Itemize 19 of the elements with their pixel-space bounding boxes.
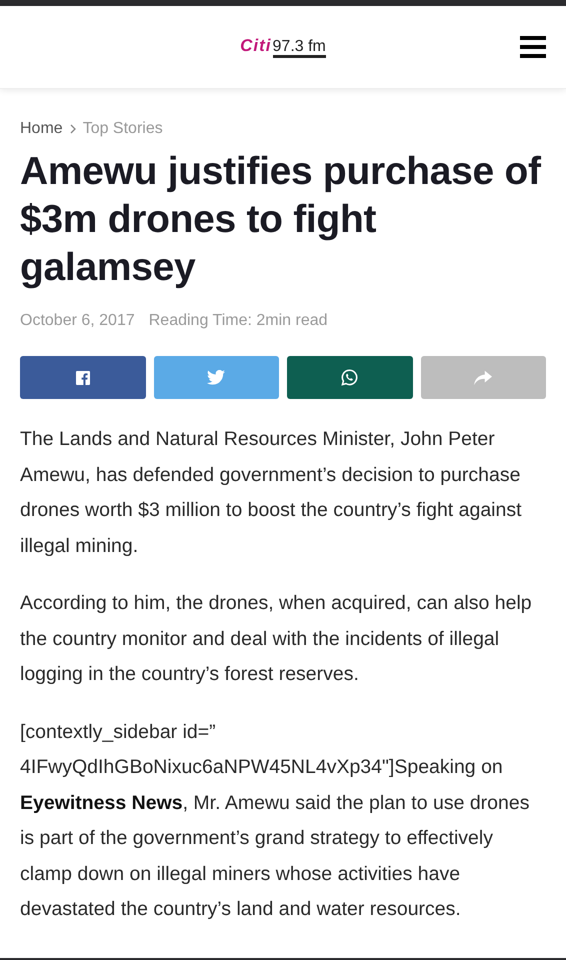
whatsapp-share-button[interactable] [287,356,412,399]
whatsapp-icon [341,369,358,386]
article-paragraph: [contextly_sidebar id=” 4IFwyQdIhGBoNixuc6aNPW45NL4vXp34"]Speaking on Eyewitness News, Mr. Amewu said the plan to use drones is part of the government’s grand strategy to effectively clamp down on illegal miners whose activities have devastated the country’s land and water resources. [20,720,530,922]
menu-icon[interactable] [520,36,546,58]
logo-frequency: 97.3 fm [272,39,326,58]
facebook-share-button[interactable] [20,356,146,399]
bird-icon [207,370,226,385]
publish-date: October 6, 2017 [20,312,135,330]
share-arrow-icon [474,370,492,386]
breadcrumb-link[interactable]: Home [20,120,63,138]
logo-brand: Citi [240,36,272,56]
article-paragraph: According to him, the drones, when acquired, can also help the country monitor and deal with the incidents of illegal logging in the country’s forest reserves. [20,591,533,687]
twitter-share-button[interactable] [154,356,279,399]
article-title: Amewu justifies purchase of $3m drones to fight galamsey [20,149,542,291]
share-button[interactable] [420,356,546,399]
facebook-icon [76,370,90,384]
article-paragraph: The Lands and Natural Resources Minister, John Peter Amewu, has defended government’s decision to purchase drones worth $3 million to boost the country’s fight against illegal mining. [20,427,523,558]
chevron-icon [68,124,77,134]
reading-time: Reading Time: 2min read [148,312,328,330]
